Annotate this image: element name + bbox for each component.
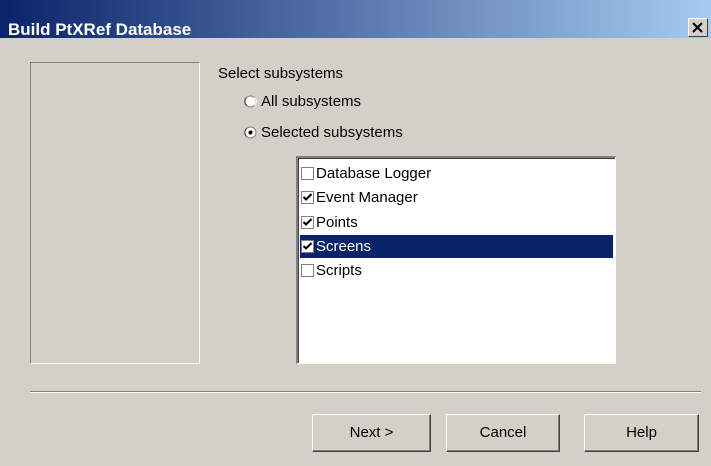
radio-unselected-icon [244,95,257,108]
checkmark-icon [302,242,313,250]
title-bar[interactable]: Build PtXRef Database [0,0,711,39]
checkbox-unchecked-icon[interactable] [301,167,314,180]
list-item-screens[interactable]: Screens [300,235,613,258]
next-button[interactable]: Next > [312,414,431,452]
list-item-label: Points [316,214,358,231]
list-item-label: Scripts [316,262,362,279]
list-item-label: Event Manager [316,189,418,206]
radio-selected-icon [244,126,257,139]
list-item-label: Screens [316,238,372,255]
checkmark-icon [302,218,313,226]
list-item-event-manager[interactable]: Event Manager [300,186,613,209]
radio-selected-subsystems-label: Selected subsystems [261,124,403,141]
checkbox-checked-icon[interactable] [301,240,314,253]
select-subsystems-label: Select subsystems [218,65,344,82]
divider [30,391,701,393]
cancel-button[interactable]: Cancel [446,414,560,452]
window-title: Build PtXRef Database [8,20,192,39]
build-ptxref-dialog: Build PtXRef Database Select subsystems … [0,0,711,466]
checkbox-checked-icon[interactable] [301,191,314,204]
radio-all-subsystems-label: All subsystems [261,93,362,110]
help-button[interactable]: Help [584,414,699,452]
list-item-points[interactable]: Points [300,211,613,234]
list-item-scripts[interactable]: Scripts [300,259,613,282]
close-button[interactable] [688,18,708,37]
checkbox-checked-icon[interactable] [301,216,314,229]
preview-panel [30,62,200,364]
subsystems-listbox[interactable]: Database Logger Event Manager Points Scr… [296,156,616,364]
checkmark-icon [302,193,313,201]
checkbox-unchecked-icon[interactable] [301,264,314,277]
list-item-database-logger[interactable]: Database Logger [300,162,613,185]
close-icon [692,22,703,33]
list-item-label: Database Logger [316,165,432,182]
